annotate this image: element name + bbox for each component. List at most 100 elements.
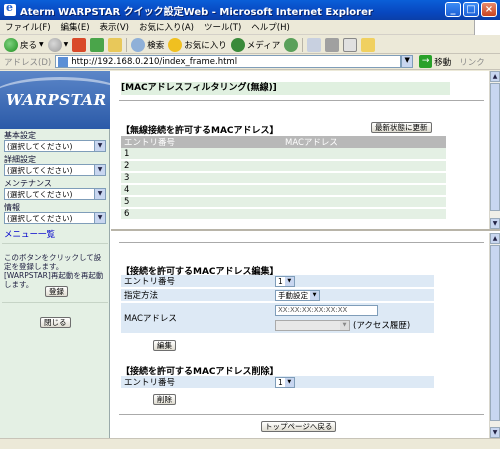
mac-cell [282,196,446,209]
scroll-thumb[interactable] [490,245,500,421]
entry-number-cell: 6 [121,208,282,221]
menu-file[interactable]: ファイル(F) [0,21,56,33]
entry-number-cell: 2 [121,160,282,173]
history-icon[interactable] [284,37,299,52]
nav-group-advanced: 詳細設定 (選択してください) ▼ [4,155,106,176]
messenger-icon[interactable] [361,37,376,52]
nav-group-basic: 基本設定 (選択してください) ▼ [4,131,106,152]
close-window-button[interactable]: × [481,2,497,17]
home-icon[interactable] [108,37,123,52]
star-icon [168,37,183,52]
chevron-down-icon: ▼ [94,189,105,199]
mac-cell [282,208,446,221]
basic-settings-select[interactable]: (選択してください) ▼ [4,140,106,152]
stop-icon[interactable] [72,37,87,52]
nav-group-label: 情報 [4,203,20,212]
scroll-down-icon[interactable]: ▼ [490,427,500,438]
left-nav-frame: WARPSTAR 基本設定 (選択してください) ▼ 詳細設定 (選択してくださ… [0,71,110,438]
edit-icon[interactable] [343,37,358,52]
close-button[interactable]: 閉じる [40,317,71,328]
edit-button[interactable]: 編集 [153,340,176,351]
address-input[interactable]: http://192.168.0.210/index_frame.html [55,55,402,68]
edit-form-table: エントリ番号 1 ▼ 指定方法 手動設定 ▼ MACアドレス XX:XX:XX:… [121,273,434,335]
nav-group-label: メンテナンス [4,179,52,188]
access-history-row: ▼ (アクセス履歴) [275,319,434,331]
browser-content: WARPSTAR 基本設定 (選択してください) ▼ 詳細設定 (選択してくださ… [0,71,500,438]
maintenance-select[interactable]: (選択してください) ▼ [4,188,106,200]
form-row: エントリ番号 1 ▼ [121,376,434,388]
forward-button[interactable]: ▼ [47,37,68,52]
search-icon [131,37,146,52]
entry-number-select[interactable]: 1 ▼ [275,275,295,287]
top-page-button[interactable]: トップページへ戻る [261,421,337,432]
menu-tools[interactable]: ツール(T) [199,21,246,33]
entry-number-cell: 3 [121,172,282,185]
go-button[interactable]: → 移動 [419,55,451,68]
top-frame-scrollbar[interactable]: ▲ ▼ [489,71,500,229]
table-row: 6 [121,208,446,221]
mac-cell [282,172,446,185]
chevron-down-icon: ▼ [39,41,44,48]
nav-groups: 基本設定 (選択してください) ▼ 詳細設定 (選択してください) ▼ メンテナ… [4,131,106,227]
toolbar: 戻る ▼ ▼ 検索 お気に入り メディア [0,36,500,54]
favorites-button[interactable]: お気に入り [168,37,227,52]
delete-entry-number-select[interactable]: 1 ▼ [275,376,295,388]
logo-text: WARPSTAR [6,91,107,109]
mac-address-table: エントリ番号 MACアドレス 1 2 3 4 5 6 [121,136,446,221]
mac-cell [282,160,446,173]
print-icon[interactable] [325,37,340,52]
page-title: [MACアドレスフィルタリング(無線)] [121,82,450,95]
menu-help[interactable]: ヘルプ(H) [246,21,295,33]
scroll-up-icon[interactable]: ▲ [490,71,500,82]
form-row: エントリ番号 1 ▼ [121,275,434,287]
delete-form-table: エントリ番号 1 ▼ [121,374,434,390]
scroll-up-icon[interactable]: ▲ [490,233,500,244]
menu-edit[interactable]: 編集(E) [56,21,95,33]
delete-entry-number-label: エントリ番号 [121,376,272,388]
minimize-button[interactable]: _ [445,2,461,17]
method-select[interactable]: 手動設定 ▼ [275,289,320,301]
search-button[interactable]: 検索 [131,37,164,52]
scroll-down-icon[interactable]: ▼ [490,218,500,229]
register-button[interactable]: 登録 [45,286,68,297]
entry-number-cell: 1 [121,148,282,161]
media-button[interactable]: メディア [230,37,280,52]
back-button[interactable]: 戻る ▼ [4,37,44,52]
bottom-frame-scrollbar[interactable]: ▲ ▼ [489,233,500,438]
scroll-thumb[interactable] [490,83,500,211]
chevron-down-icon: ▼ [284,276,294,286]
chevron-down-icon: ▼ [284,377,294,387]
table-header-row: エントリ番号 MACアドレス [121,136,446,148]
links-button[interactable]: リンク [459,56,485,68]
refresh-icon[interactable] [90,37,105,52]
menu-favorites[interactable]: お気に入り(A) [134,21,199,33]
delete-entry-number-cell: 1 ▼ [272,376,434,388]
address-dropdown-button[interactable]: ▼ [401,55,414,68]
mac-address-input[interactable]: XX:XX:XX:XX:XX:XX [275,305,378,316]
menu-view[interactable]: 表示(V) [95,21,134,33]
divider [119,100,484,101]
advanced-settings-select[interactable]: (選択してください) ▼ [4,164,106,176]
ie-icon [4,1,16,16]
divider [2,302,108,303]
info-select[interactable]: (選択してください) ▼ [4,212,106,224]
form-row: MACアドレス XX:XX:XX:XX:XX:XX ▼ (アクセス履歴) [121,303,434,333]
address-bar: アドレス(D) http://192.168.0.210/index_frame… [0,54,500,70]
menu-list-link[interactable]: メニュー一覧 [4,228,55,240]
chevron-down-icon: ▼ [340,320,349,330]
table-row: 2 [121,160,446,173]
maximize-button[interactable]: □ [463,2,479,17]
divider [119,414,484,415]
refresh-status-button[interactable]: 最新状態に更新 [371,122,432,133]
allowed-mac-section-title: 【無線接続を許可するMACアドレス】 [121,126,279,136]
entry-number-cell: 1 ▼ [272,275,434,287]
window-title-bar: Aterm WARPSTAR クイック設定Web - Microsoft Int… [0,0,500,20]
back-arrow-icon [4,37,18,52]
address-url: http://192.168.0.210/index_frame.html [71,56,238,67]
mail-icon[interactable] [307,37,322,52]
mac-cell [282,148,446,161]
delete-button[interactable]: 削除 [153,394,176,405]
divider [2,243,108,244]
toolbar-separator [302,37,304,52]
address-label: アドレス(D) [4,57,52,68]
